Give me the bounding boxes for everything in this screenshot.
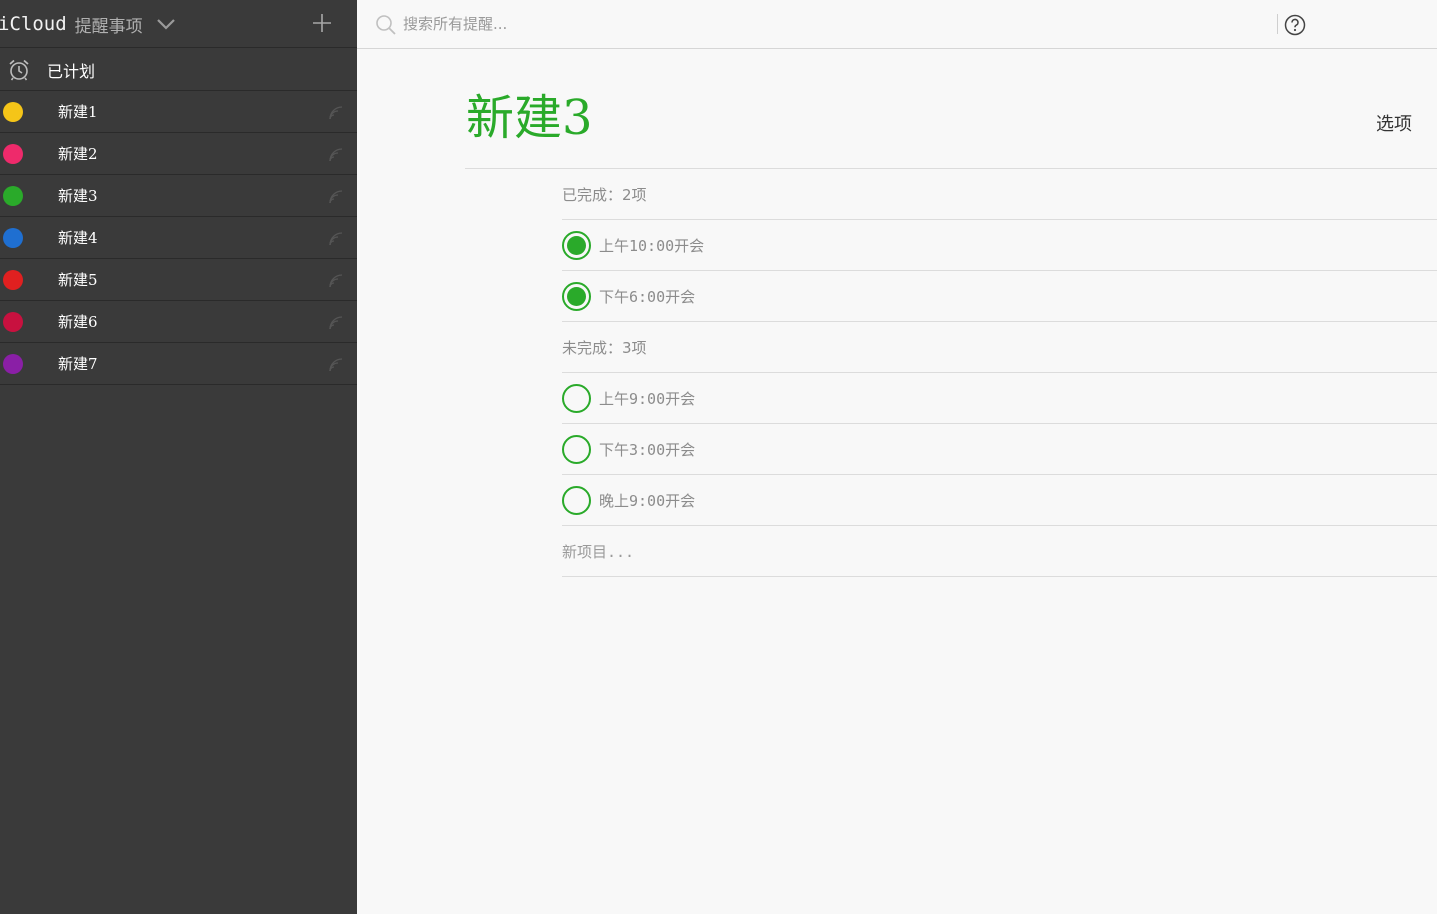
list-label: 新建3 [58, 187, 98, 205]
app-switcher[interactable]: iCloud 提醒事项 [0, 11, 177, 37]
section-label: 已完成：2项 [562, 185, 647, 204]
search-bar [357, 0, 1437, 49]
shared-icon [329, 232, 343, 246]
reminder-text[interactable]: 上午10:00开会 [599, 235, 704, 256]
shared-icon [329, 274, 343, 288]
incomplete-checkbox[interactable] [562, 383, 591, 413]
reminder-text[interactable]: 下午3:00开会 [599, 439, 695, 460]
reminder-list: 已完成：2项 上午10:00开会 下午6:00开会 未完成：3项 上午9:00开… [562, 169, 1437, 577]
list-label: 新建7 [58, 355, 98, 373]
section-label: 未完成：3项 [562, 338, 647, 357]
reminder-text[interactable]: 晚上9:00开会 [599, 490, 695, 511]
options-button[interactable]: 选项 [1376, 110, 1412, 136]
list-label: 新建5 [58, 271, 98, 289]
check-fill [567, 286, 586, 306]
brand-label: iCloud [0, 13, 67, 35]
completed-checkbox[interactable] [562, 230, 591, 260]
sidebar-item-list[interactable]: 新建3 [0, 175, 357, 217]
reminder-text[interactable]: 上午9:00开会 [599, 388, 695, 409]
completed-checkbox[interactable] [562, 281, 591, 311]
list-color-dot [3, 227, 23, 248]
chevron-down-icon[interactable] [155, 13, 177, 35]
list-label: 新建6 [58, 313, 98, 331]
plus-icon [313, 14, 331, 32]
new-item-row: 新项目... [562, 526, 1437, 577]
search-input[interactable] [403, 12, 1263, 36]
new-item-input[interactable]: 新项目... [562, 541, 634, 562]
sidebar-item-label: 已计划 [47, 61, 96, 81]
shared-icon [329, 190, 343, 204]
list-color-dot [3, 185, 23, 206]
reminder-item: 上午9:00开会 [562, 373, 1437, 424]
reminder-item: 上午10:00开会 [562, 220, 1437, 271]
incomplete-checkbox[interactable] [562, 485, 591, 515]
reminder-item: 晚上9:00开会 [562, 475, 1437, 526]
divider [1277, 14, 1278, 34]
sidebar-item-list[interactable]: 新建4 [0, 217, 357, 259]
reminder-item: 下午6:00开会 [562, 271, 1437, 322]
list-color-dot [3, 269, 23, 290]
list-color-dot [3, 143, 23, 164]
question-icon[interactable] [1284, 14, 1306, 36]
sidebar-item-list[interactable]: 新建5 [0, 259, 357, 301]
incomplete-checkbox[interactable] [562, 434, 591, 464]
sidebar-item-list[interactable]: 新建7 [0, 343, 357, 385]
list-color-dot [3, 353, 23, 374]
app-name: 提醒事项 [74, 16, 143, 37]
list-color-dot [3, 101, 23, 122]
sidebar-header: iCloud 提醒事项 [0, 0, 357, 48]
sidebar: iCloud 提醒事项 已计划 新建1 新建2 新建3 新建4 新建5 新建6 … [0, 0, 357, 914]
sidebar-item-list[interactable]: 新建1 [0, 91, 357, 133]
sidebar-item-list[interactable]: 新建2 [0, 133, 357, 175]
shared-icon [329, 358, 343, 372]
section-header-completed: 已完成：2项 [562, 169, 1437, 220]
reminder-item: 下午3:00开会 [562, 424, 1437, 475]
add-list-button[interactable] [308, 9, 336, 37]
sidebar-item-list[interactable]: 新建6 [0, 301, 357, 343]
list-label: 新建2 [58, 145, 98, 163]
section-header-incomplete: 未完成：3项 [562, 322, 1437, 373]
reminder-lists: 新建1 新建2 新建3 新建4 新建5 新建6 新建7 [0, 91, 357, 385]
sidebar-item-scheduled[interactable]: 已计划 [0, 49, 357, 91]
check-fill [567, 235, 586, 255]
shared-icon [329, 316, 343, 330]
list-color-dot [3, 311, 23, 332]
list-label: 新建4 [58, 229, 98, 247]
list-label: 新建1 [58, 103, 98, 121]
shared-icon [329, 148, 343, 162]
shared-icon [329, 106, 343, 120]
alarm-clock-icon [7, 58, 31, 82]
search-icon [376, 15, 396, 35]
page-title: 新建3 [466, 90, 593, 146]
reminder-text[interactable]: 下午6:00开会 [599, 286, 695, 307]
